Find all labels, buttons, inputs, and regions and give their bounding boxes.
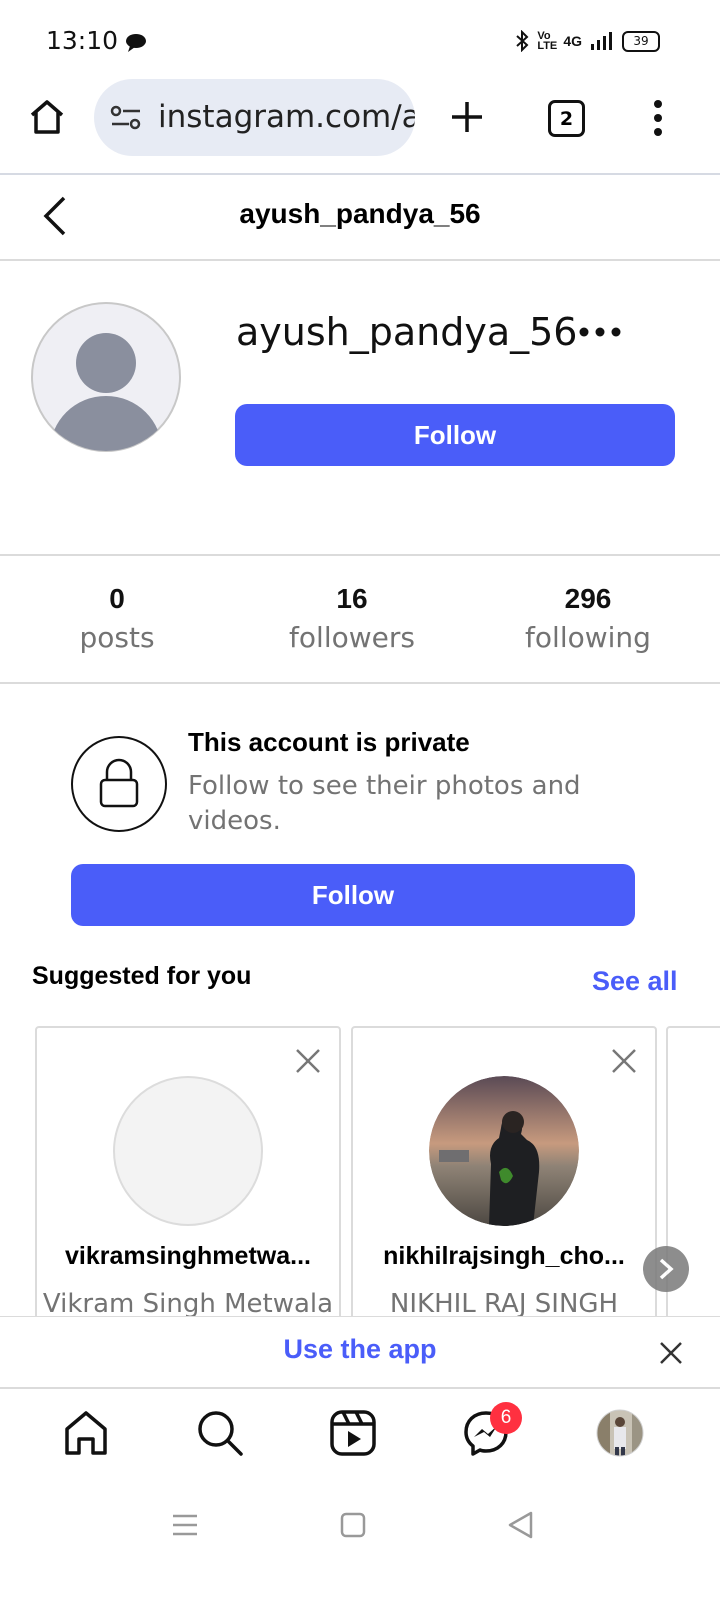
stats-top-divider (0, 554, 720, 556)
site-settings-icon[interactable] (110, 105, 142, 131)
messages-badge: 6 (490, 1402, 522, 1434)
messages-badge-count: 6 (500, 1407, 512, 1428)
next-arrow-button[interactable] (643, 1246, 689, 1292)
status-time: 13:10 (46, 26, 119, 55)
follow-button-label: Follow (413, 419, 497, 450)
profile-options-icon[interactable] (578, 326, 622, 338)
stat-posts-value: 0 (109, 583, 125, 614)
chat-notification-icon (126, 34, 146, 52)
stat-posts-label: posts (79, 621, 155, 654)
stat-followers-value: 16 (336, 583, 368, 614)
stats-bottom-divider (0, 682, 720, 684)
private-subtitle: Follow to see their photos and videos. (188, 771, 581, 836)
nav-profile-avatar[interactable] (596, 1409, 644, 1457)
chevron-right-icon (659, 1258, 674, 1280)
address-bar[interactable]: instagram.com/ayush_pandya_56/ (94, 79, 415, 156)
private-follow-label: Follow (311, 879, 395, 910)
see-all-link[interactable]: See all (592, 966, 678, 997)
network-type: 4G (563, 33, 582, 49)
status-icons: Vo LTE 4G 39 (515, 30, 660, 52)
stat-following[interactable]: 296 following (468, 583, 708, 654)
battery-indicator: 39 (622, 30, 660, 52)
profile-username: ayush_pandya_56 (236, 310, 578, 354)
suggestion-avatar[interactable] (113, 1076, 263, 1226)
suggestion-card-partial[interactable] (666, 1026, 720, 1350)
header-divider (0, 259, 720, 261)
android-back-icon[interactable] (506, 1510, 534, 1540)
use-app-banner: Use the app (0, 1316, 720, 1389)
suggestion-avatar[interactable] (429, 1076, 579, 1226)
lock-icon (99, 758, 139, 808)
follow-button[interactable]: Follow (235, 404, 675, 466)
tab-switcher-button[interactable]: 2 (548, 100, 585, 137)
suggestion-username[interactable]: nikhilrajsingh_cho... (353, 1242, 655, 1271)
url-text: instagram.com/ayush_pandya_56/ (158, 99, 415, 135)
dismiss-icon[interactable] (295, 1048, 321, 1074)
signal-icon (591, 32, 612, 50)
android-home-icon[interactable] (340, 1512, 366, 1538)
profile-avatar (31, 302, 181, 452)
bluetooth-icon (516, 30, 529, 52)
volte-indicator: Vo LTE (537, 30, 558, 52)
suggested-title: Suggested for you (32, 962, 252, 990)
lock-badge (71, 736, 167, 832)
new-tab-icon[interactable] (450, 100, 484, 134)
private-title: This account is private (188, 727, 470, 757)
home-icon[interactable] (28, 98, 66, 136)
suggestion-card[interactable]: nikhilrajsingh_cho... NIKHIL RAJ SINGH C… (351, 1026, 657, 1355)
private-follow-button[interactable]: Follow (71, 864, 635, 926)
battery-level: 39 (633, 34, 649, 48)
nav-reels-icon[interactable] (329, 1409, 377, 1457)
suggestion-card[interactable]: vikramsinghmetwa... Vikram Singh Metwala (35, 1026, 341, 1350)
stat-followers-label: followers (289, 621, 415, 654)
browser-divider (0, 173, 720, 175)
use-app-link[interactable]: Use the app (0, 1334, 720, 1365)
more-options-icon[interactable] (652, 100, 664, 136)
android-menu-icon[interactable] (172, 1514, 198, 1536)
header-username: ayush_pandya_56 (239, 198, 481, 229)
nav-home-icon[interactable] (62, 1409, 110, 1457)
tab-count: 2 (559, 107, 574, 130)
stat-followers[interactable]: 16 followers (232, 583, 472, 654)
suggestion-username[interactable]: vikramsinghmetwa... (37, 1242, 339, 1271)
nav-search-icon[interactable] (196, 1409, 244, 1457)
close-banner-icon[interactable] (659, 1341, 683, 1365)
stat-following-value: 296 (564, 583, 612, 614)
stat-following-label: following (525, 621, 651, 654)
stat-posts: 0 posts (0, 583, 237, 654)
dismiss-icon[interactable] (611, 1048, 637, 1074)
